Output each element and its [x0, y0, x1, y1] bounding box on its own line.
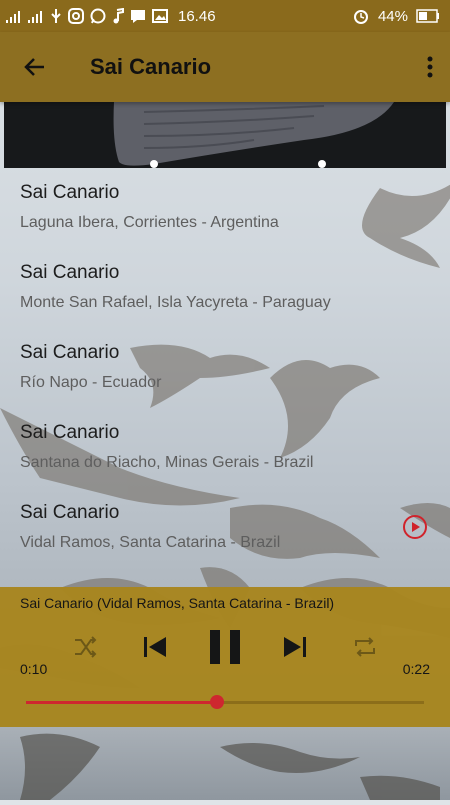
signal-icon	[6, 9, 22, 23]
whatsapp-icon	[90, 8, 106, 24]
message-icon	[130, 8, 146, 24]
list-item[interactable]: Sai Canario Santana do Riacho, Minas Ger…	[0, 408, 450, 488]
skip-previous-icon	[142, 635, 168, 659]
total-time: 0:22	[402, 661, 430, 677]
skip-next-icon	[282, 635, 308, 659]
next-button[interactable]	[278, 627, 312, 667]
playback-controls	[0, 627, 450, 667]
list-item[interactable]: Sai Canario Vidal Ramos, Santa Catarina …	[0, 488, 450, 568]
battery-percent: 44%	[377, 7, 408, 25]
track-location: Vidal Ramos, Santa Catarina - Brazil	[20, 534, 281, 551]
track-title: Sai Canario	[20, 342, 120, 363]
current-time: 0:10	[20, 661, 48, 677]
background-birds-bottom	[0, 727, 450, 800]
player-bar: Sai Canario (Vidal Ramos, Santa Catarina…	[0, 587, 450, 727]
seek-bar[interactable]	[26, 695, 424, 709]
status-icons-left: 16.46	[0, 8, 216, 25]
track-title: Sai Canario	[20, 502, 120, 523]
list-item[interactable]: Sai Canario Monte San Rafael, Isla Yacyr…	[0, 248, 450, 328]
app-bar: Sai Canario	[0, 32, 450, 102]
clock: 16.46	[178, 7, 216, 25]
back-button[interactable]	[0, 32, 70, 102]
shuffle-icon	[73, 636, 97, 658]
track-title: Sai Canario	[20, 422, 120, 443]
repeat-button[interactable]	[350, 627, 380, 667]
previous-button[interactable]	[138, 627, 172, 667]
shuffle-button[interactable]	[70, 627, 100, 667]
track-location: Monte San Rafael, Isla Yacyreta - Paragu…	[20, 294, 331, 311]
header-bird-image	[4, 102, 446, 168]
instagram-icon	[68, 8, 84, 24]
track-title: Sai Canario	[20, 182, 120, 203]
arrow-back-icon	[23, 55, 47, 79]
signal-icon	[28, 9, 44, 23]
more-vert-icon	[427, 56, 433, 78]
seek-thumb[interactable]	[210, 695, 225, 709]
battery-icon	[416, 9, 440, 23]
alarm-icon	[352, 7, 370, 25]
now-playing-title: Sai Canario (Vidal Ramos, Santa Catarina…	[20, 595, 335, 611]
overflow-menu-button[interactable]	[410, 32, 450, 102]
track-location: Río Napo - Ecuador	[20, 374, 162, 391]
repeat-icon	[353, 635, 377, 659]
list-item[interactable]: Sai Canario Río Napo - Ecuador	[0, 328, 450, 408]
pause-button[interactable]	[204, 623, 246, 671]
status-bar: 16.46 44%	[0, 0, 450, 32]
list-item[interactable]: Sai Canario Laguna Ibera, Corrientes - A…	[0, 168, 450, 248]
track-location: Laguna Ibera, Corrientes - Argentina	[20, 214, 279, 231]
image-icon	[152, 8, 168, 24]
play-circle-icon[interactable]	[402, 514, 428, 540]
pause-icon	[208, 628, 242, 666]
seek-progress	[26, 701, 218, 704]
track-list: Sai Canario Laguna Ibera, Corrientes - A…	[0, 168, 450, 568]
track-location: Santana do Riacho, Minas Gerais - Brazil	[20, 454, 314, 471]
music-note-icon	[112, 8, 124, 24]
track-title: Sai Canario	[20, 262, 120, 283]
status-icons-right: 44%	[352, 7, 450, 25]
page-title: Sai Canario	[90, 54, 212, 79]
usb-icon	[50, 8, 62, 24]
